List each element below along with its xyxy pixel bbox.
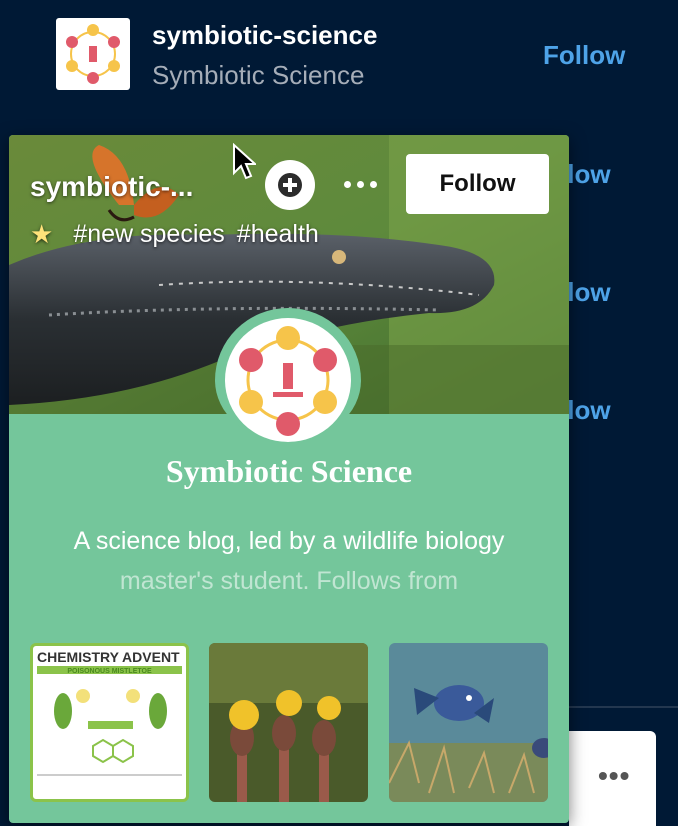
popover-follow-button[interactable]: Follow	[406, 154, 549, 214]
tag-link[interactable]: #new species	[73, 220, 224, 249]
divider	[569, 706, 678, 708]
blog-description: A science blog, led by a wildlife biolog…	[39, 521, 539, 601]
blog-preview-popover: symbiotic-... Follow ★ #new species #hea…	[9, 135, 569, 823]
plus-circle-icon[interactable]	[265, 160, 315, 210]
tag-link[interactable]: #health	[237, 220, 319, 249]
tags-row: ★ #new species #health	[30, 219, 331, 250]
more-dots-icon[interactable]	[342, 171, 380, 197]
blog-avatar[interactable]	[56, 18, 130, 90]
blog-title: Symbiotic Science	[152, 60, 365, 90]
blog-avatar[interactable]	[215, 308, 361, 442]
more-dots-icon[interactable]: •••	[598, 760, 630, 792]
blog-title: Symbiotic Science	[165, 453, 413, 489]
sparkle-icon: ★	[30, 219, 54, 249]
description-line: master's student. Follows from	[119, 567, 459, 595]
chemistry-advent-thumbnail[interactable]: CHEMISTRY ADVENT POISONOUS MISTLETOE	[30, 643, 189, 802]
thumbnail-title: CHEMISTRY ADVENT	[37, 649, 180, 665]
popover-username[interactable]: symbiotic-...	[30, 171, 193, 203]
description-line: A science blog, led by a wildlife biolog…	[73, 527, 505, 555]
flowers-thumbnail[interactable]	[209, 643, 368, 802]
thumbnail-subtitle: POISONOUS MISTLETOE	[67, 668, 152, 675]
follow-button[interactable]: Follow	[543, 40, 625, 71]
blog-username[interactable]: symbiotic-science	[152, 20, 377, 51]
mouse-cursor-icon	[232, 142, 258, 186]
fish-thumbnail[interactable]	[389, 643, 548, 802]
blog-list-row[interactable]: symbiotic-science Symbiotic Science Foll…	[0, 0, 678, 110]
